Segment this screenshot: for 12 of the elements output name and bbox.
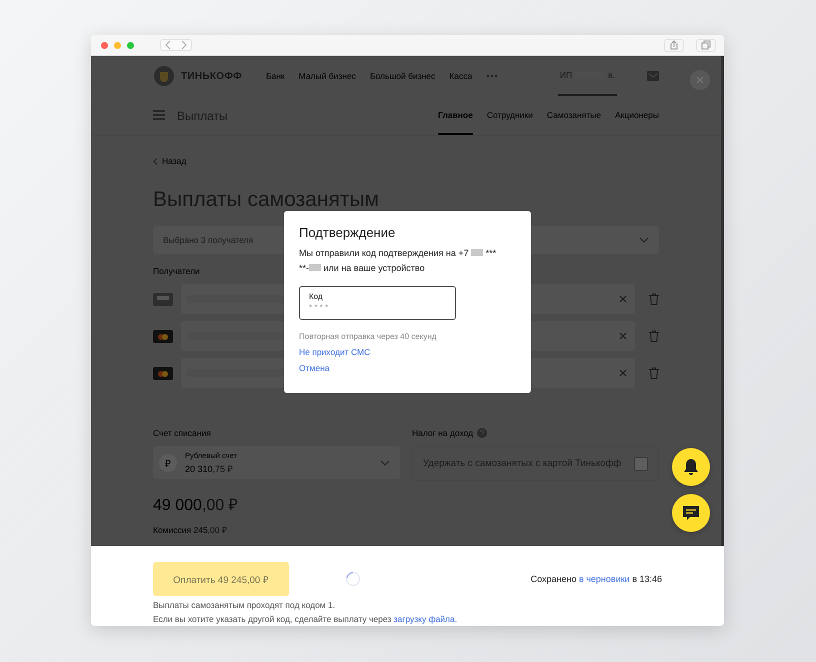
- resend-timer-text: Повторная отправка через 40 секунд: [299, 332, 438, 341]
- saved-status: Сохранено в черновики в 13:46: [530, 574, 662, 584]
- tax-label: Налог на доход: [412, 428, 474, 438]
- dialog-title: Подтверждение: [299, 225, 396, 240]
- debit-account-label: Счет списания: [153, 428, 211, 438]
- recipients-label: Получатели: [153, 266, 200, 276]
- total-amount: 49 000,00 ₽: [153, 496, 239, 515]
- ruble-icon: ₽: [159, 454, 177, 472]
- file-upload-note: Если вы хотите указать другой код, сделайте выплату через загрузку файла.: [153, 614, 458, 625]
- dialog-message: Мы отправили код подтверждения на +7 *** **- или на ваше устройство: [299, 247, 498, 275]
- code-note: Выплаты самозанятым проходят под кодом 1.: [153, 600, 336, 611]
- commission-text: Комиссия 245,00 ₽: [153, 524, 227, 535]
